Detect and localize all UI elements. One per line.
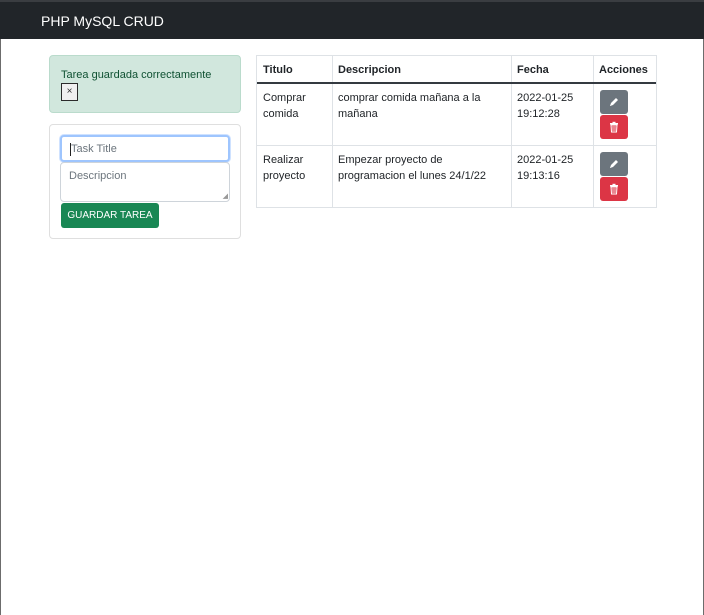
tasks-table: Titulo Descripcion Fecha Acciones Compra… xyxy=(256,55,657,208)
column-divider xyxy=(332,56,333,207)
alert-close-button[interactable]: × xyxy=(61,83,78,101)
alert-message: Tarea guardada correctamente xyxy=(61,69,212,81)
task-description-placeholder: Descripcion xyxy=(69,170,127,182)
task-title: Realizar xyxy=(263,154,304,166)
delete-task-button[interactable] xyxy=(600,177,628,201)
header-divider xyxy=(257,82,656,84)
row-divider xyxy=(257,145,656,146)
task-date: 2022-01-25 xyxy=(517,154,574,166)
trash-icon xyxy=(610,121,618,133)
pencil-icon xyxy=(610,160,618,168)
task-date: 2022-01-25 xyxy=(517,92,574,104)
edit-task-button[interactable] xyxy=(600,90,628,114)
window-border-left xyxy=(0,0,1,615)
navbar: PHP MySQL CRUD xyxy=(0,0,704,39)
delete-task-button[interactable] xyxy=(600,115,628,139)
task-time: 19:13:16 xyxy=(517,170,560,182)
task-title: comida xyxy=(263,108,299,120)
task-form-card: Task Title Descripcion ◢ GUARDAR TAREA xyxy=(49,124,241,239)
column-header-fecha: Fecha xyxy=(517,64,549,76)
task-description: mañana xyxy=(338,108,378,120)
task-description: Empezar proyecto de xyxy=(338,154,443,166)
task-title-input[interactable]: Task Title xyxy=(60,135,230,162)
task-time: 19:12:28 xyxy=(517,108,560,120)
trash-icon xyxy=(610,183,618,195)
column-header-descripcion: Descripcion xyxy=(338,64,401,76)
success-alert: Tarea guardada correctamente × xyxy=(49,55,241,113)
task-description-textarea[interactable]: Descripcion ◢ xyxy=(60,162,230,202)
resize-grip-icon[interactable]: ◢ xyxy=(223,193,228,200)
save-task-button[interactable]: GUARDAR TAREA xyxy=(61,203,159,228)
column-divider xyxy=(593,56,594,207)
task-description: programacion el lunes 24/1/22 xyxy=(338,170,486,182)
task-title-placeholder: Task Title xyxy=(71,143,117,155)
task-title: Comprar xyxy=(263,92,306,104)
text-caret xyxy=(70,143,71,156)
column-divider xyxy=(511,56,512,207)
task-title: proyecto xyxy=(263,170,306,182)
pencil-icon xyxy=(610,98,618,106)
column-header-titulo: Titulo xyxy=(263,64,293,76)
edit-task-button[interactable] xyxy=(600,152,628,176)
navbar-brand[interactable]: PHP MySQL CRUD xyxy=(41,13,164,29)
task-description: comprar comida mañana a la xyxy=(338,92,481,104)
column-header-acciones: Acciones xyxy=(599,64,648,76)
